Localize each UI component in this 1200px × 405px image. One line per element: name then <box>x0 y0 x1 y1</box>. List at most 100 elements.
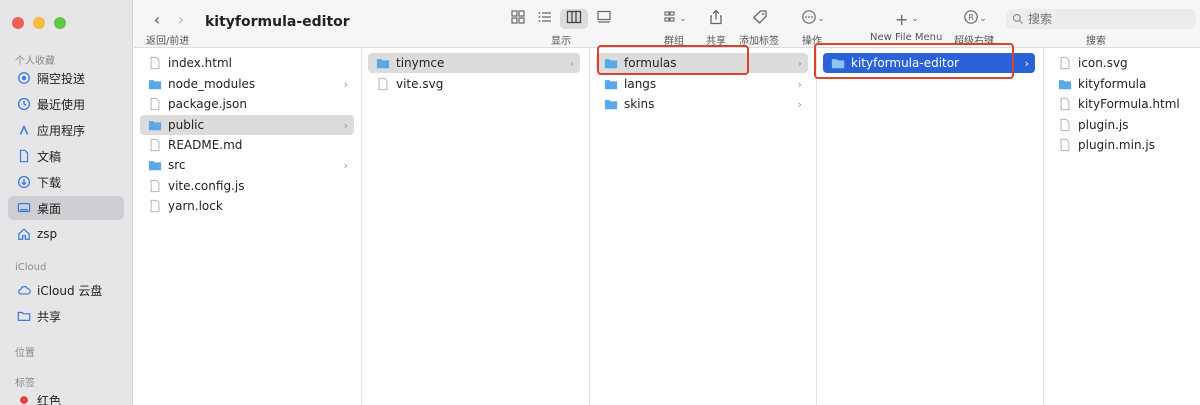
list-item[interactable]: plugin.js <box>1050 115 1192 135</box>
share-button[interactable] <box>708 9 724 28</box>
section-icloud: iCloud <box>15 262 47 273</box>
folder-icon <box>1058 77 1072 91</box>
column-1: index.html node_modules › package.json p… <box>134 48 362 405</box>
column-3: formulas › langs › skins › <box>590 45 817 405</box>
sidebar-item-label: iCloud 云盘 <box>37 283 103 298</box>
file-icon <box>1058 97 1072 111</box>
list-item[interactable]: plugin.min.js <box>1050 135 1192 155</box>
cloud-icon <box>17 283 31 297</box>
sidebar-item-airdrop[interactable]: 隔空投送 <box>8 66 124 90</box>
grid-icon <box>510 9 526 29</box>
section-tags: 标签 <box>15 378 35 389</box>
search-input[interactable] <box>1028 12 1178 26</box>
folder-icon <box>148 118 162 132</box>
file-icon <box>1058 118 1072 132</box>
new-file-menu-button[interactable]: + ⌄ <box>892 9 922 29</box>
sidebar-item-home[interactable]: zsp <box>8 222 124 246</box>
forward-button[interactable]: › <box>174 9 188 29</box>
list-item[interactable]: vite.svg <box>368 74 580 94</box>
gallery-icon <box>596 9 612 29</box>
list-item[interactable]: src › <box>140 155 354 175</box>
file-icon <box>148 97 162 111</box>
more-circle-icon <box>801 9 817 29</box>
svg-text:R: R <box>968 13 974 22</box>
view-gallery-button[interactable] <box>596 9 612 29</box>
list-item[interactable]: public › <box>140 115 354 135</box>
chevron-right-icon: › <box>343 118 348 132</box>
file-icon <box>148 179 162 193</box>
view-icons-button[interactable] <box>510 9 526 29</box>
column-4: kityformula-editor › <box>814 43 1044 405</box>
list-item[interactable]: icon.svg <box>1050 53 1192 73</box>
chevron-down-icon: ⌄ <box>679 14 687 24</box>
action-button[interactable]: ⌄ <box>798 9 828 29</box>
list-item[interactable]: langs › <box>596 74 808 94</box>
sidebar-item-recent[interactable]: 最近使用 <box>8 92 124 116</box>
window-controls <box>12 17 66 29</box>
list-item[interactable]: README.md <box>140 135 354 155</box>
chevron-down-icon: ⌄ <box>911 14 919 24</box>
list-item[interactable]: skins › <box>596 94 808 114</box>
view-list-button[interactable] <box>537 11 553 27</box>
sidebar-item-label: 共享 <box>37 309 62 324</box>
list-item[interactable]: package.json <box>140 94 354 114</box>
file-icon <box>376 77 390 91</box>
sidebar-item-documents[interactable]: 文稿 <box>8 144 124 168</box>
super-right-click-button[interactable]: R ⌄ <box>960 9 990 29</box>
sidebar-item-shared[interactable]: 共享 <box>8 304 124 328</box>
list-item[interactable]: tinymce › <box>368 53 580 73</box>
home-icon <box>17 227 31 241</box>
apps-icon <box>17 123 31 137</box>
back-forward-label: 返回/前进 <box>146 36 190 47</box>
group-grid-icon <box>663 9 679 29</box>
chevron-right-icon: › <box>1024 56 1029 70</box>
list-icon <box>537 9 553 29</box>
red-tag-dot-icon <box>17 393 31 405</box>
sidebar-item-applications[interactable]: 应用程序 <box>8 118 124 142</box>
list-item[interactable]: index.html <box>140 53 354 73</box>
chevron-right-icon: › <box>797 77 802 91</box>
sidebar-item-desktop[interactable]: 桌面 <box>8 196 124 220</box>
file-icon <box>148 199 162 213</box>
window-title: kityformula-editor <box>205 14 350 30</box>
highlight-annotation <box>597 45 749 75</box>
search-field[interactable] <box>1006 9 1196 29</box>
chevron-down-icon: ⌄ <box>817 14 825 24</box>
chevron-right-icon: › <box>343 158 348 172</box>
folder-icon <box>604 97 618 111</box>
list-item[interactable]: node_modules › <box>140 74 354 94</box>
close-button[interactable] <box>12 17 24 29</box>
zoom-button[interactable] <box>54 17 66 29</box>
view-columns-button[interactable] <box>566 10 582 27</box>
sidebar-item-tag-red[interactable]: 红色 <box>8 388 124 405</box>
minimize-button[interactable] <box>33 17 45 29</box>
section-locations: 位置 <box>15 348 35 359</box>
add-tag-button[interactable] <box>752 10 768 28</box>
chevron-down-icon: ⌄ <box>979 14 987 24</box>
search-label: 搜索 <box>1086 36 1106 47</box>
list-item[interactable]: vite.config.js <box>140 176 354 196</box>
shared-folder-icon <box>17 309 31 323</box>
chevron-right-icon: › <box>343 77 348 91</box>
registered-icon: R <box>963 9 979 29</box>
chevron-right-icon: › <box>177 9 185 29</box>
sidebar-item-downloads[interactable]: 下载 <box>8 170 124 194</box>
list-item[interactable]: kityFormula.html <box>1050 94 1192 114</box>
airdrop-icon <box>17 71 31 85</box>
list-item[interactable]: yarn.lock <box>140 196 354 216</box>
folder-icon <box>376 56 390 70</box>
file-icon <box>1058 138 1072 152</box>
file-icon <box>148 138 162 152</box>
sidebar-item-icloud-drive[interactable]: iCloud 云盘 <box>8 278 124 302</box>
sidebar: 个人收藏 隔空投送 最近使用 应用程序 文稿 下载 桌面 zsp iCloud … <box>0 0 133 405</box>
sidebar-item-label: 下载 <box>37 175 62 190</box>
desktop-icon <box>17 201 31 215</box>
clock-icon <box>17 97 31 111</box>
tag-icon <box>752 9 768 29</box>
back-button[interactable]: ‹ <box>150 10 164 29</box>
plus-icon: + <box>895 9 909 29</box>
download-icon <box>17 175 31 189</box>
list-item[interactable]: kityformula <box>1050 74 1192 94</box>
group-button[interactable]: ⌄ <box>660 11 690 27</box>
sidebar-item-label: 文稿 <box>37 149 62 164</box>
